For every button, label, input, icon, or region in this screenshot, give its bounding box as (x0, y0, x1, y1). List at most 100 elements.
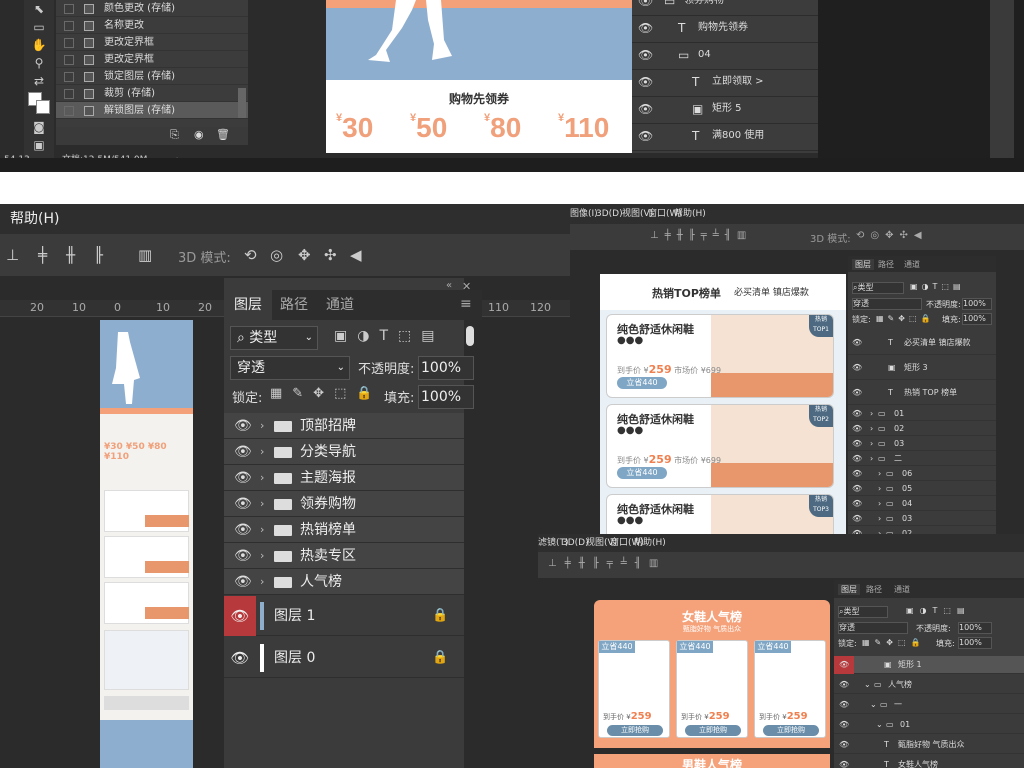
chevron-right-icon[interactable]: › (260, 491, 264, 517)
align-top-icon[interactable]: ⊥ (6, 246, 19, 264)
layer-row[interactable]: 👁 ⌄ ▭ 人气榜 (834, 676, 1024, 694)
lock-icons[interactable]: ▦✎✥⬚🔒 (876, 314, 934, 323)
chevron-right-icon[interactable]: › (878, 511, 881, 526)
tab-channels[interactable]: 通道 (904, 259, 920, 270)
eye-icon[interactable]: 👁 (852, 451, 862, 466)
menu-item[interactable]: 图像(I) (570, 204, 598, 224)
chevron-down-icon[interactable]: ⌄ (864, 676, 871, 694)
layer-row[interactable]: 👁 T 立即领取 > (632, 67, 818, 97)
layer-row[interactable]: 👁 › ▭ 01 (848, 406, 996, 421)
chevron-right-icon[interactable]: › (260, 413, 264, 439)
layer-row[interactable]: 👁 T 必买清单 镇店爆款 (848, 330, 996, 355)
chevron-right-icon[interactable]: › (878, 496, 881, 511)
layer-row[interactable]: 👁 › ▭ 03 (848, 436, 996, 451)
history-checkbox[interactable] (64, 106, 74, 116)
lock-icon[interactable]: 🔒 (432, 596, 448, 636)
eye-icon[interactable]: 👁 (852, 330, 862, 355)
menu-item[interactable]: 帮助(H) (674, 204, 706, 224)
layer-group-row[interactable]: 👁 › 分类导航 (224, 439, 464, 465)
opacity-input[interactable]: 100% (958, 622, 992, 634)
background-color-swatch[interactable] (36, 100, 50, 114)
tab-paths[interactable]: 路径 (878, 259, 894, 270)
history-checkbox[interactable] (64, 55, 74, 65)
rectangle-tool-icon[interactable]: ▭ (31, 20, 47, 34)
layer-row[interactable]: 👁 › ▭ 05 (848, 481, 996, 496)
product-card[interactable]: 纯色舒适休闲鞋 ●●● 热销 TOP3 (606, 494, 834, 534)
eye-icon[interactable]: 👁 (234, 543, 252, 569)
chevron-right-icon[interactable]: › (878, 466, 881, 481)
layer-row[interactable]: 👁 ▣ 矩形 5 (632, 94, 818, 124)
filter-icons[interactable]: ▣◑T⬚▤ (334, 328, 444, 344)
tab-layers[interactable]: 图层 (224, 290, 272, 320)
filter-toggle[interactable] (466, 326, 474, 346)
history-item[interactable]: 锁定图层 (存储) (56, 68, 248, 85)
eye-icon[interactable]: 👁 (852, 355, 862, 380)
eye-icon[interactable]: 👁 (852, 406, 862, 421)
layer-row[interactable]: 👁 图层 1 🔒 (224, 596, 464, 636)
eye-icon[interactable]: 👁 (234, 517, 252, 543)
history-checkbox[interactable] (64, 38, 74, 48)
blend-mode-select[interactable]: 穿透 (838, 622, 908, 634)
tab-layers[interactable]: 图层 (838, 584, 860, 595)
layer-row[interactable]: 👁 › ▭ 04 (848, 496, 996, 511)
chevron-right-icon[interactable]: › (260, 439, 264, 465)
chevron-right-icon[interactable]: › (870, 451, 873, 466)
eye-icon[interactable]: 👁 (234, 465, 252, 491)
layer-group-row[interactable]: 👁 › 人气榜 (224, 569, 464, 595)
chevron-right-icon[interactable]: › (260, 517, 264, 543)
tab-channels[interactable]: 通道 (316, 290, 364, 320)
tab-paths[interactable]: 路径 (270, 290, 318, 320)
buy-button[interactable]: 立即抢购 (685, 725, 741, 736)
layer-row[interactable]: 👁 ⌄ ▭ 一 (834, 696, 1024, 714)
3d-slide-icon[interactable]: ✣ (324, 246, 337, 264)
align-icons[interactable]: ⊥╪╫╟╤╧╢▥ (650, 230, 752, 241)
filter-select[interactable]: ⌕类型 (838, 606, 888, 618)
new-snapshot-icon[interactable]: ⎘ (170, 128, 179, 142)
layer-group-row[interactable]: 👁 › 领券购物 (224, 491, 464, 517)
3d-camera-icon[interactable]: ◀ (350, 246, 362, 264)
3d-icons[interactable]: ⟲◎✥✣◀ (856, 230, 928, 241)
lock-icons[interactable]: ▦✎✥⬚🔒 (270, 386, 383, 401)
camera-icon[interactable]: ◉ (194, 128, 204, 141)
product-card[interactable]: 纯色舒适休闲鞋 ●●● 到手价 ¥259 市场价 ¥699 立省440 热销 TOP1 (606, 314, 834, 398)
opacity-input[interactable]: 100% (418, 356, 474, 380)
layer-row[interactable]: 👁 › ▭ 03 (848, 511, 996, 526)
layer-row[interactable]: 👁 › ▭ 二 (848, 451, 996, 466)
chevron-right-icon[interactable]: › (878, 481, 881, 496)
chevron-right-icon[interactable]: › (260, 465, 264, 491)
opacity-input[interactable]: 100% (962, 298, 992, 310)
distribute-icon[interactable]: ▥ (138, 246, 152, 264)
layer-row[interactable]: 👁 ▣ 矩形 3 (848, 355, 996, 380)
eye-icon[interactable]: 👁 (638, 121, 653, 151)
menu-item[interactable]: 帮助(H) (634, 534, 666, 552)
eye-icon[interactable]: 👁 (839, 756, 849, 768)
layer-row[interactable]: 👁 T 购物先领券 (632, 13, 818, 43)
eye-icon[interactable]: 👁 (839, 716, 849, 734)
eye-icon[interactable]: 👁 (852, 526, 862, 534)
eye-icon[interactable]: 👁 (852, 466, 862, 481)
layer-row[interactable]: 👁 T 女鞋人气榜 (834, 756, 1024, 768)
eye-icon[interactable]: 👁 (852, 481, 862, 496)
chevron-right-icon[interactable]: › (870, 406, 873, 421)
eye-icon[interactable]: 👁 (234, 439, 252, 465)
menu-item[interactable]: 3D(D) (596, 204, 623, 224)
history-checkbox[interactable] (64, 72, 74, 82)
history-item[interactable]: 名称更改 (56, 17, 248, 34)
layer-row[interactable]: 👁 T 甄脂好物 气质出众 (834, 736, 1024, 754)
eye-icon[interactable]: 👁 (638, 94, 653, 124)
eye-icon[interactable]: 👁 (234, 491, 252, 517)
chevron-down-icon[interactable]: ⌄ (876, 716, 883, 734)
history-checkbox[interactable] (64, 4, 74, 14)
eye-icon[interactable]: 👁 (224, 638, 256, 678)
buy-button[interactable]: 立即抢购 (607, 725, 663, 736)
layer-row[interactable]: 👁 ▭ 04 (632, 40, 818, 70)
blend-mode-select[interactable]: 穿透 ⌄ (230, 356, 350, 380)
zoom-tool-icon[interactable]: ⚲ (31, 56, 47, 70)
history-checkbox[interactable] (64, 21, 74, 31)
layer-row[interactable]: 👁 图层 0 🔒 (224, 638, 464, 678)
eye-icon[interactable]: 👁 (852, 436, 862, 451)
lock-icons[interactable]: ▦✎✥⬚🔒 (862, 638, 925, 647)
eye-icon[interactable]: 👁 (839, 736, 849, 754)
tab-layers[interactable]: 图层 (852, 259, 874, 270)
layer-group-row[interactable]: 👁 › 主题海报 (224, 465, 464, 491)
